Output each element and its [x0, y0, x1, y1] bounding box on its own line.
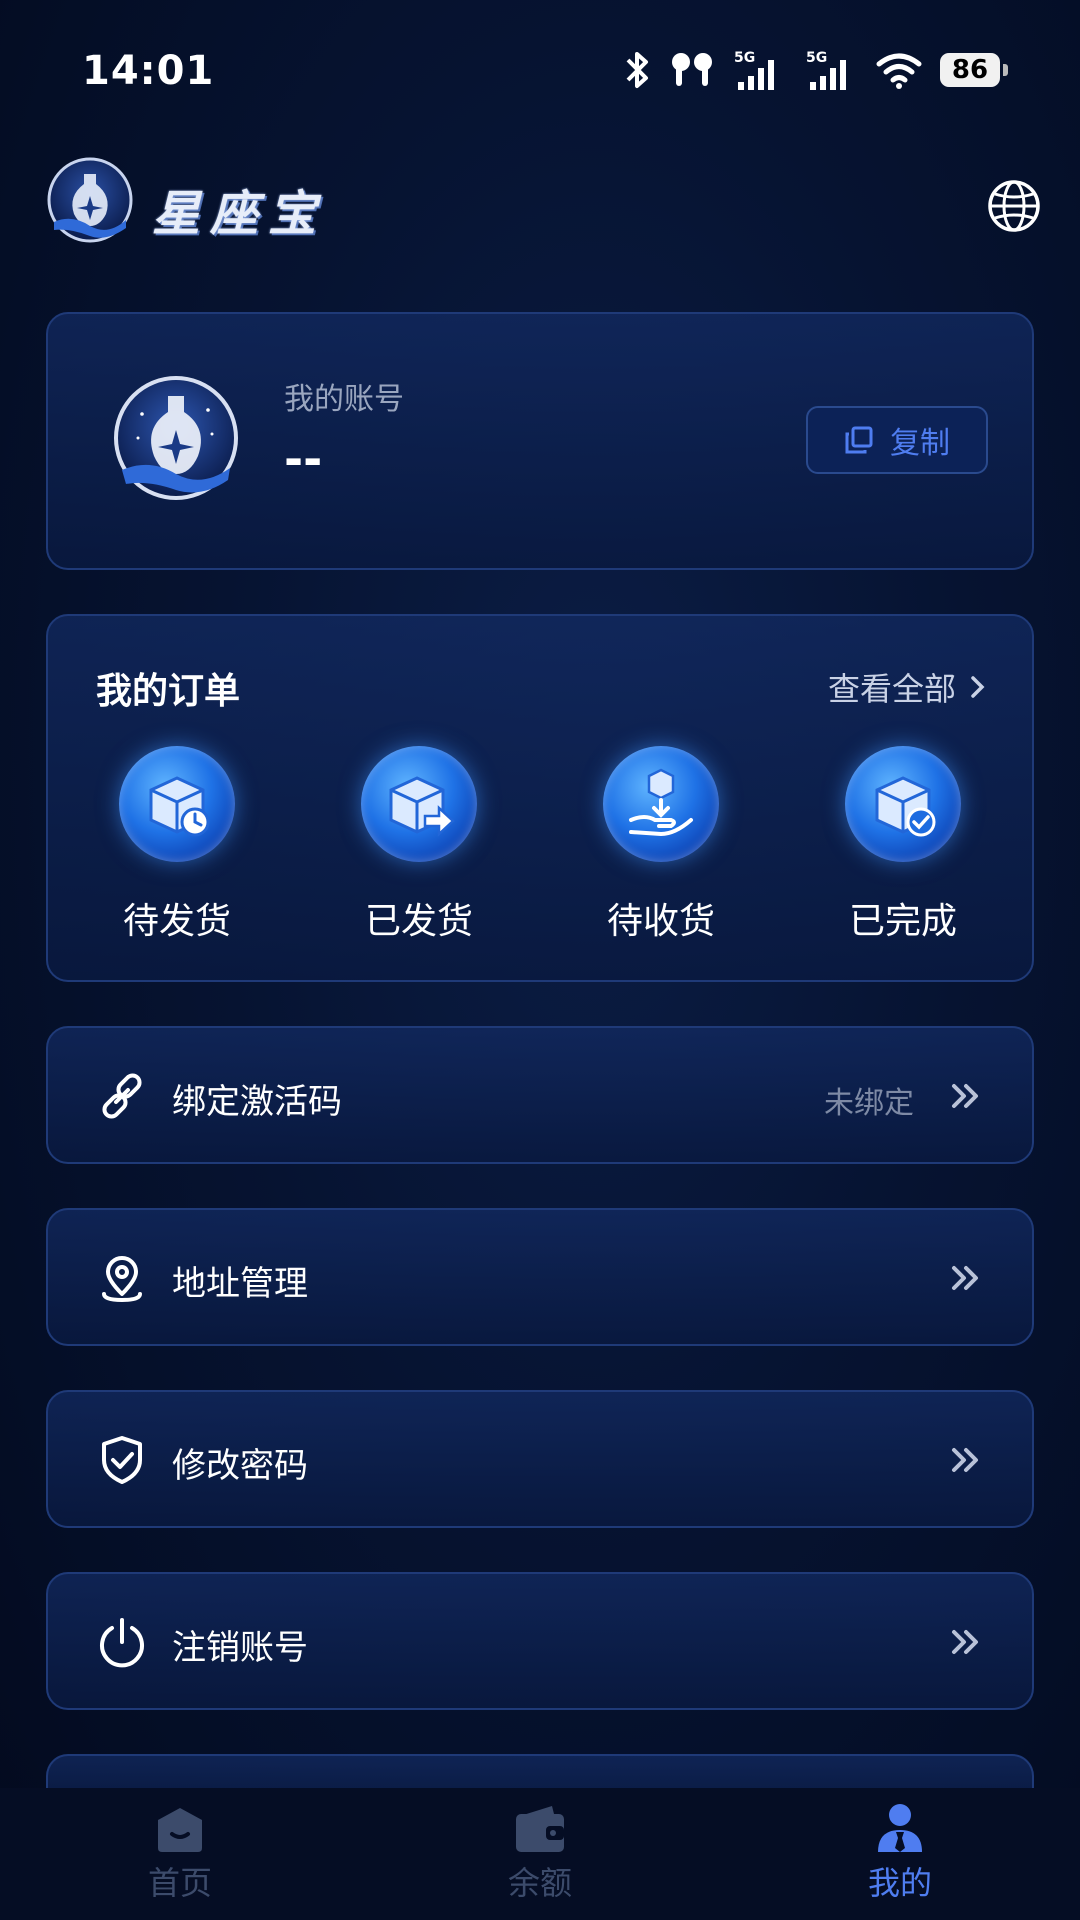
language-globe-icon[interactable]: [986, 178, 1042, 234]
status-bar: 14:01 5G 5G 86: [0, 0, 1080, 140]
view-all-orders-link[interactable]: 查看全部: [828, 664, 986, 710]
box-clock-icon: [119, 746, 235, 862]
status-time: 14:01: [82, 48, 215, 94]
copy-label: 复制: [890, 426, 950, 461]
svg-text:5G: 5G: [806, 50, 827, 66]
order-pending-shipment[interactable]: 待发货: [72, 746, 282, 946]
view-all-label: 查看全部: [827, 670, 956, 708]
power-icon: [100, 1618, 144, 1668]
shield-check-icon: [102, 1436, 142, 1484]
menu-label: 绑定激活码: [172, 1082, 342, 1122]
earbuds-icon: [672, 53, 712, 86]
double-chevron-right-icon: [952, 1084, 978, 1108]
location-pin-icon: [102, 1256, 142, 1303]
avatar: [114, 376, 238, 500]
menu-item-bind-activation-code[interactable]: 绑定激活码 未绑定: [46, 1026, 1034, 1164]
order-completed[interactable]: 已完成: [798, 746, 1008, 946]
menu-label: 修改密码: [172, 1446, 308, 1486]
box-arrow-icon: [361, 746, 477, 862]
battery-indicator: 86: [940, 53, 1008, 87]
double-chevron-right-icon: [952, 1266, 978, 1290]
home-icon: [158, 1808, 202, 1852]
order-item-label: 已完成: [848, 901, 957, 942]
chevron-right-icon: [971, 676, 985, 698]
svg-text:5G: 5G: [734, 50, 755, 66]
user-icon: [878, 1804, 922, 1852]
tab-label: 首页: [147, 1864, 212, 1902]
account-card: 我的账号 -- 复制: [46, 312, 1034, 570]
copy-button[interactable]: 复制: [806, 406, 988, 474]
order-status-list: 待发货 已发货 待收货 已完成: [48, 746, 1032, 946]
tab-balance[interactable]: 余额: [470, 1802, 610, 1904]
double-chevron-right-icon: [952, 1630, 978, 1654]
app-name: 星座宝: [152, 186, 327, 242]
copy-icon: [845, 426, 873, 454]
tab-label: 我的: [867, 1864, 932, 1902]
menu-item-delete-account[interactable]: 注销账号: [46, 1572, 1034, 1710]
menu-label: 注销账号: [172, 1628, 308, 1668]
signal-5g-icon: 5G: [734, 50, 774, 90]
wallet-icon: [516, 1806, 564, 1852]
orders-title: 我的订单: [96, 671, 241, 712]
tab-mine[interactable]: 我的: [830, 1802, 970, 1904]
app-logo: [47, 157, 133, 243]
orders-card: 我的订单 查看全部 待发货 已发货 待收货 已完成: [46, 614, 1034, 982]
account-value: --: [284, 432, 323, 486]
box-check-icon: [845, 746, 961, 862]
order-item-label: 待发货: [122, 901, 231, 942]
order-item-label: 待收货: [606, 901, 715, 942]
status-icons: 5G 5G 86: [622, 48, 1008, 92]
menu-label: 地址管理: [172, 1264, 308, 1304]
order-item-label: 已发货: [364, 901, 473, 942]
menu-item-address-management[interactable]: 地址管理: [46, 1208, 1034, 1346]
signal-5g-icon-2: 5G: [806, 50, 846, 90]
bottom-tab-bar: 首页 余额 我的: [0, 1788, 1080, 1920]
app-header: 星座宝: [0, 150, 1080, 260]
box-hand-icon: [603, 746, 719, 862]
order-shipped[interactable]: 已发货: [314, 746, 524, 946]
link-icon: [102, 1073, 142, 1119]
bluetooth-icon: [626, 52, 648, 88]
order-pending-receipt[interactable]: 待收货: [556, 746, 766, 946]
menu-status: 未绑定: [824, 1086, 914, 1121]
menu-item-change-password[interactable]: 修改密码: [46, 1390, 1034, 1528]
account-label: 我的账号: [284, 382, 404, 417]
double-chevron-right-icon: [952, 1448, 978, 1472]
tab-home[interactable]: 首页: [110, 1802, 250, 1904]
wifi-icon: [876, 53, 922, 89]
tab-label: 余额: [507, 1864, 572, 1902]
